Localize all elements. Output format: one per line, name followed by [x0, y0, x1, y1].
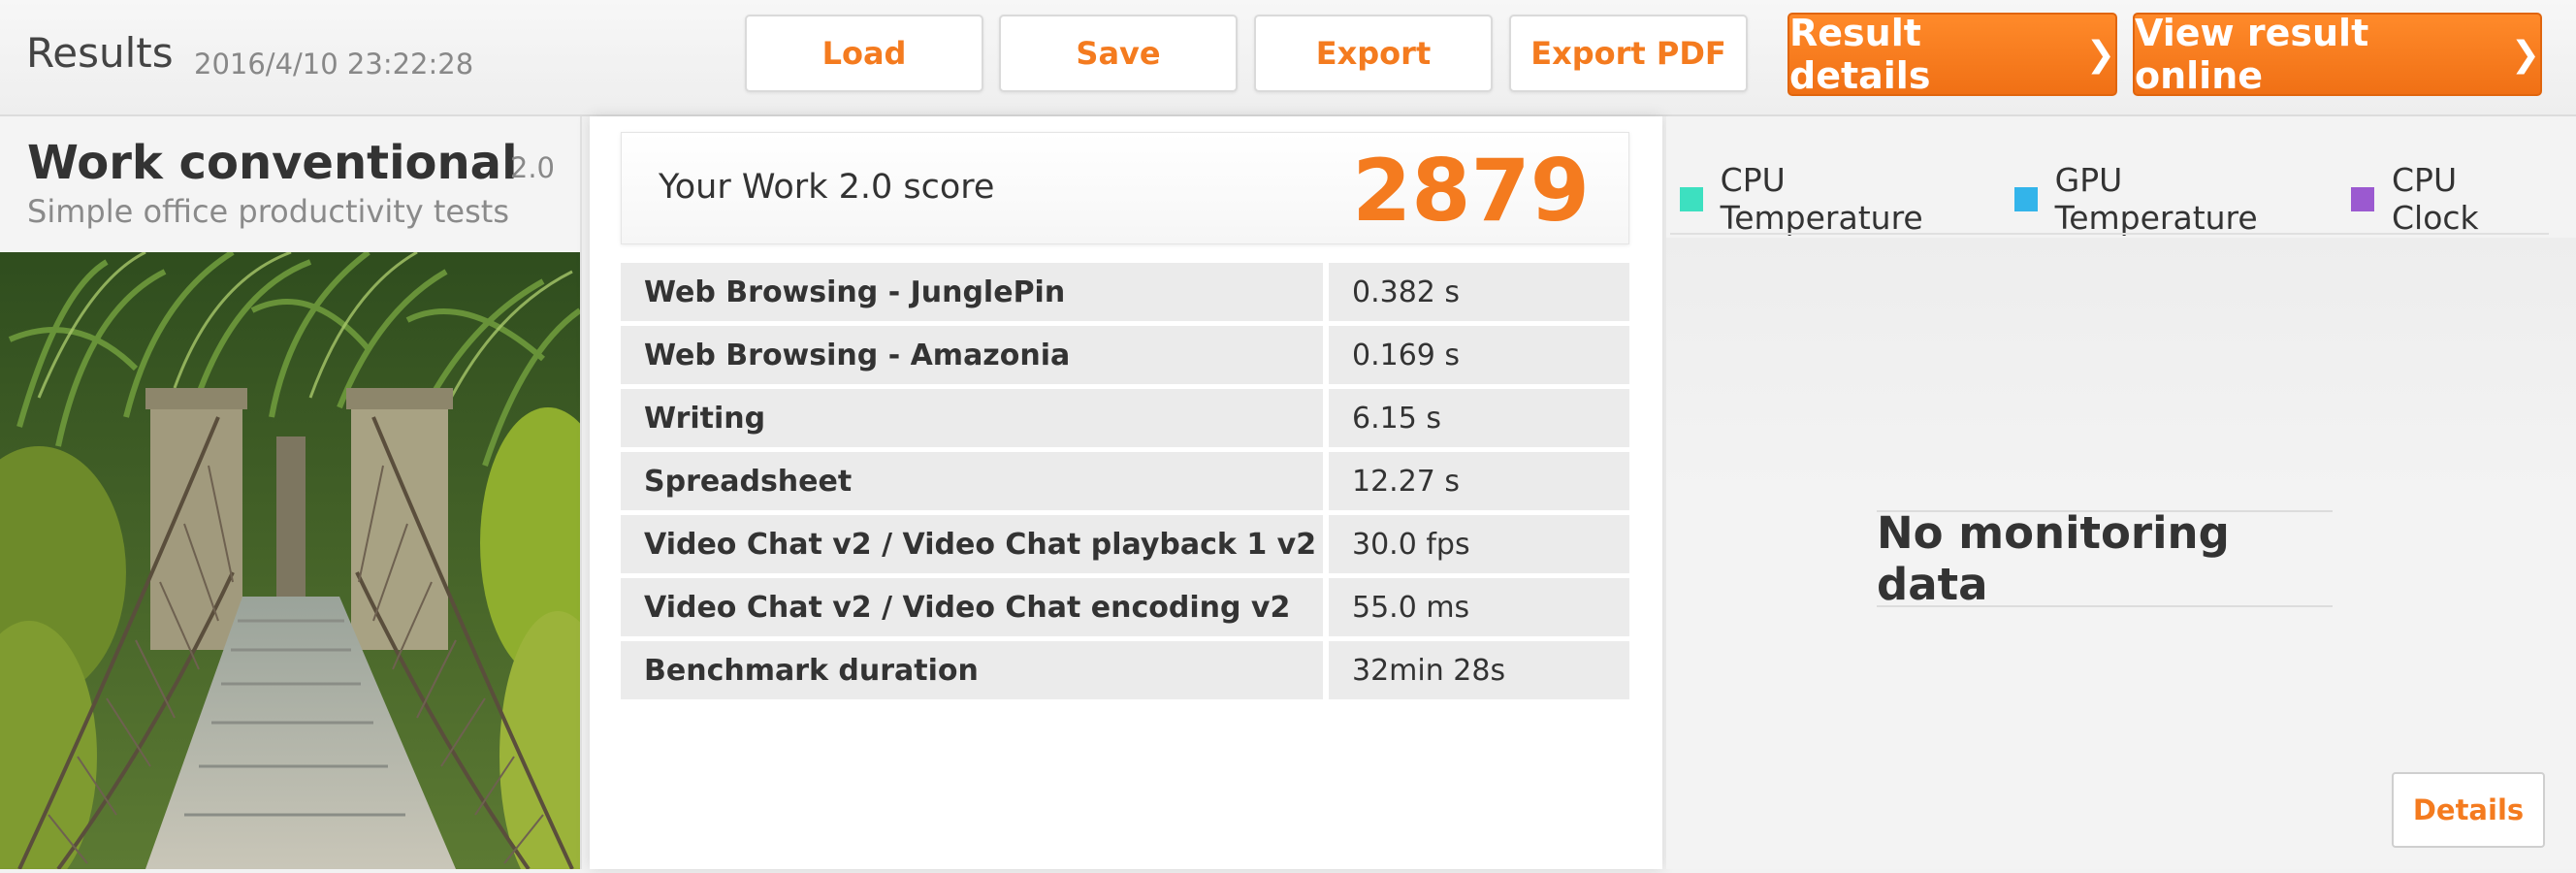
result-name: Video Chat v2 / Video Chat playback 1 v2	[621, 515, 1329, 573]
load-button[interactable]: Load	[745, 15, 983, 92]
result-value: 32min 28s	[1329, 641, 1629, 699]
table-row: Writing 6.15 s	[621, 389, 1629, 447]
legend-label: CPU Clock	[2392, 161, 2479, 237]
legend-swatch	[2013, 186, 2038, 211]
result-value: 12.27 s	[1329, 452, 1629, 510]
page-title: Results	[26, 29, 174, 77]
details-button[interactable]: Details	[2392, 772, 2545, 848]
legend-item-cpu-temperature[interactable]: CPU Temperature	[1680, 161, 1983, 237]
table-row: Web Browsing - JunglePin 0.382 s	[621, 263, 1629, 321]
table-row: Benchmark duration 32min 28s	[621, 641, 1629, 699]
view-result-online-button[interactable]: View result online ❯	[2133, 12, 2542, 97]
score-label: Your Work 2.0 score	[659, 168, 995, 207]
result-details-label: Result details	[1789, 12, 1931, 97]
result-value: 6.15 s	[1329, 389, 1629, 447]
legend-swatch	[1680, 186, 1703, 211]
view-result-online-label: View result online	[2135, 12, 2369, 97]
table-row: Video Chat v2 / Video Chat encoding v2 5…	[621, 578, 1629, 636]
monitoring-panel: CPU Temperature GPU Temperature CPU Cloc…	[1666, 116, 2576, 869]
result-timestamp: 2016/4/10 23:22:28	[194, 48, 474, 81]
test-name: Work conventional	[27, 136, 518, 190]
no-monitoring-data-message: No monitoring data	[1877, 507, 2333, 610]
legend-label: CPU Temperature	[1720, 161, 1923, 237]
result-details-button[interactable]: Result details ❯	[1787, 12, 2117, 97]
result-value: 55.0 ms	[1329, 578, 1629, 636]
table-row: Spreadsheet 12.27 s	[621, 452, 1629, 510]
chevron-right-icon: ❯	[2510, 34, 2540, 75]
result-name: Web Browsing - Amazonia	[621, 326, 1329, 384]
result-value: 0.169 s	[1329, 326, 1629, 384]
score-box: Your Work 2.0 score 2879	[621, 132, 1629, 244]
export-button[interactable]: Export	[1254, 15, 1493, 92]
test-info-panel: Work conventional 2.0 Simple office prod…	[0, 116, 616, 873]
header-bar: Results 2016/4/10 23:22:28 Load Save Exp…	[0, 0, 2576, 116]
result-name: Video Chat v2 / Video Chat encoding v2	[621, 578, 1329, 636]
score-panel: Your Work 2.0 score 2879 Web Browsing - …	[590, 116, 1662, 869]
chevron-right-icon: ❯	[2085, 34, 2115, 75]
results-table: Web Browsing - JunglePin 0.382 s Web Bro…	[621, 258, 1629, 704]
export-pdf-button[interactable]: Export PDF	[1509, 15, 1748, 92]
legend-swatch	[2351, 186, 2374, 211]
table-row: Web Browsing - Amazonia 0.169 s	[621, 326, 1629, 384]
table-row: Video Chat v2 / Video Chat playback 1 v2…	[621, 515, 1629, 573]
save-button[interactable]: Save	[999, 15, 1238, 92]
legend-item-cpu-clock[interactable]: CPU Clock	[2351, 161, 2545, 237]
legend-divider	[1670, 233, 2549, 235]
test-description: Simple office productivity tests	[27, 193, 509, 230]
result-name: Writing	[621, 389, 1329, 447]
legend-label: GPU Temperature	[2054, 161, 2258, 237]
score-value: 2879	[1352, 141, 1590, 241]
result-name: Spreadsheet	[621, 452, 1329, 510]
result-value: 30.0 fps	[1329, 515, 1629, 573]
result-name: Web Browsing - JunglePin	[621, 263, 1329, 321]
legend-item-gpu-temperature[interactable]: GPU Temperature	[2013, 161, 2320, 237]
result-name: Benchmark duration	[621, 641, 1329, 699]
test-version: 2.0	[509, 151, 555, 184]
result-value: 0.382 s	[1329, 263, 1629, 321]
rope-bridge-jungle-photo	[0, 249, 616, 873]
monitoring-legend: CPU Temperature GPU Temperature CPU Cloc…	[1680, 161, 2576, 237]
